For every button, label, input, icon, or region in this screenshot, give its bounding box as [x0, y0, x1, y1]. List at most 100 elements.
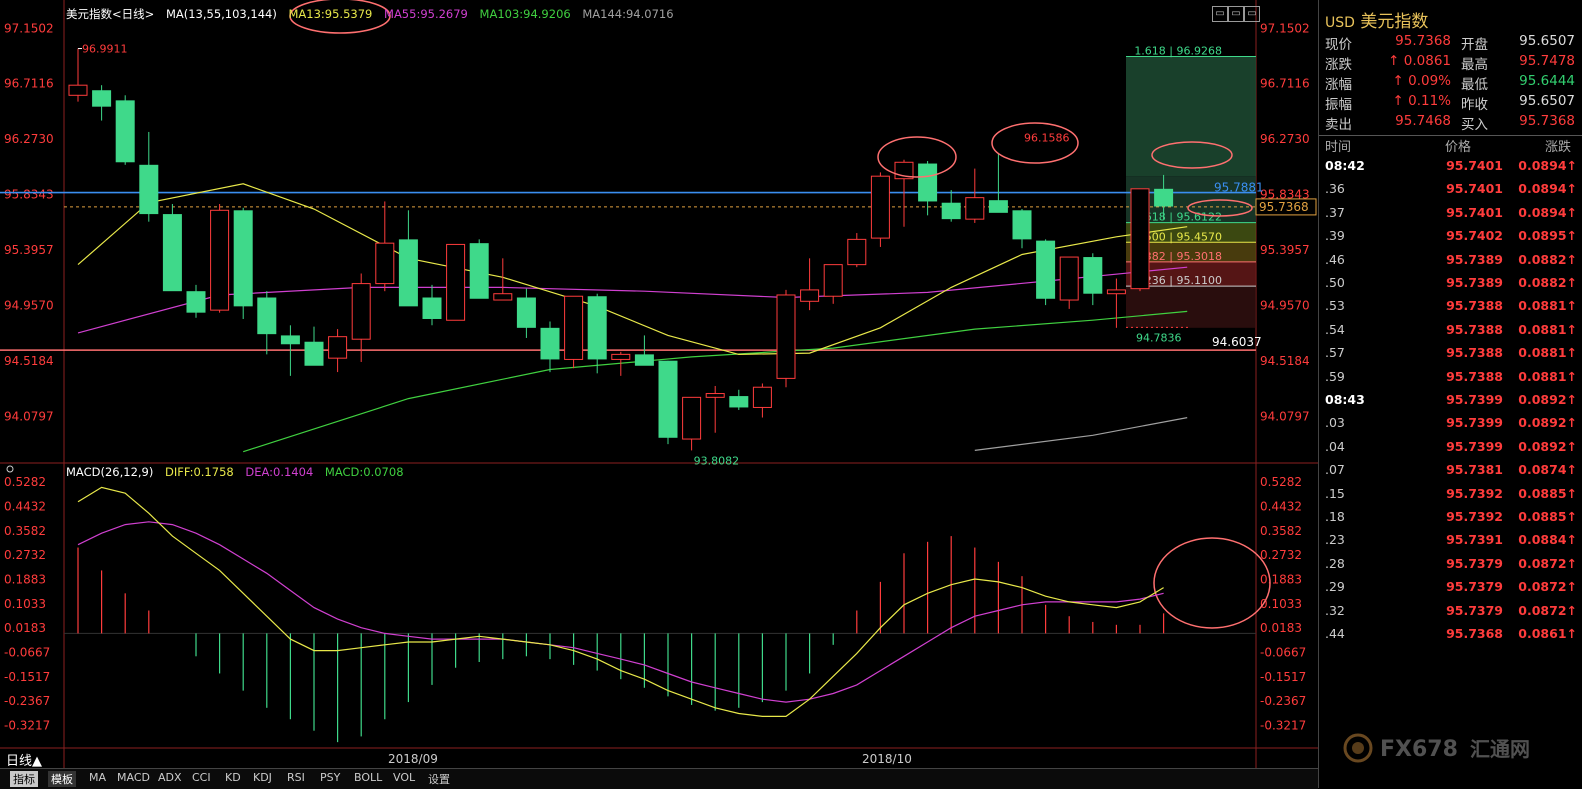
- candle-body: [446, 243, 466, 321]
- macd-tick-left: 0.2732: [4, 548, 46, 562]
- candle-body: [540, 327, 560, 360]
- tab-rsi[interactable]: RSI: [287, 771, 305, 784]
- macd-tick-left: 0.1883: [4, 573, 46, 587]
- quote-value: 95.7468: [1395, 113, 1451, 129]
- restore-icon[interactable]: ▭: [1212, 6, 1228, 22]
- y-tick-right: 95.3957: [1260, 243, 1310, 257]
- candle-body: [634, 354, 654, 366]
- candle-body: [1036, 240, 1056, 299]
- quote-row: 涨幅 ↑ 0.09% 最低 95.6444: [1325, 73, 1575, 93]
- candle-body: [682, 396, 702, 440]
- tab-ma[interactable]: MA: [89, 771, 106, 784]
- macd-tick-left: 0.1033: [4, 597, 46, 611]
- tab-kd[interactable]: KD: [225, 771, 241, 784]
- quote-value: 95.7478: [1519, 53, 1575, 69]
- tick-time: .59: [1325, 368, 1345, 384]
- tick-change: 0.0892↑: [1518, 392, 1577, 407]
- candle-body: [752, 386, 772, 408]
- macd-tick-right: 0.0183: [1260, 621, 1302, 635]
- tick-row: .29 95.7379 0.0872↑: [1319, 579, 1582, 602]
- candle-body: [965, 197, 985, 220]
- macd-tick-right: 0.3582: [1260, 524, 1302, 538]
- candle-body: [328, 336, 348, 359]
- candle-body: [1130, 188, 1150, 290]
- tick-time: .23: [1325, 532, 1345, 548]
- tick-change: 0.0874↑: [1518, 462, 1577, 478]
- tab-macd[interactable]: MACD: [117, 771, 150, 784]
- macd-tick-right: 0.1883: [1260, 573, 1302, 587]
- minimize-icon[interactable]: ▭: [1228, 6, 1244, 22]
- tick-header-chg: 涨跌: [1545, 140, 1572, 155]
- tick-row: 08:42 95.7401 0.0894↑: [1319, 158, 1582, 181]
- candle-body: [375, 242, 395, 285]
- candle-body: [186, 291, 206, 313]
- tick-price: 95.7392: [1446, 485, 1503, 501]
- quote-value: ↑ 0.09%: [1392, 73, 1452, 89]
- tick-row: .23 95.7391 0.0884↑: [1319, 532, 1582, 555]
- tab-kdj[interactable]: KDJ: [253, 771, 272, 784]
- tick-row: .59 95.7388 0.0881↑: [1319, 369, 1582, 392]
- tick-price: 95.7388: [1446, 321, 1503, 337]
- tab-adx[interactable]: ADX: [158, 771, 182, 784]
- quote-label: 买入: [1461, 117, 1488, 133]
- quote-label: 最高: [1461, 57, 1488, 73]
- tick-price: 95.7389: [1446, 275, 1503, 290]
- candle-body: [210, 209, 230, 311]
- peak-label: 96.1586: [1024, 131, 1070, 144]
- candle-body: [233, 210, 253, 307]
- candle-body: [351, 283, 371, 340]
- quote-label: 振幅: [1325, 97, 1352, 113]
- tick-price: 95.7392: [1446, 509, 1503, 524]
- tick-time: .29: [1325, 579, 1345, 595]
- y-tick-left: 94.9570: [4, 298, 54, 312]
- macd-tick-right: 0.2732: [1260, 548, 1302, 562]
- tick-time: 08:43: [1325, 392, 1365, 407]
- tick-change: 0.0894↑: [1518, 158, 1577, 173]
- tick-time: .32: [1325, 602, 1345, 618]
- tab-boll[interactable]: BOLL: [354, 771, 382, 784]
- x-label-sep: 2018/09: [388, 752, 438, 766]
- macd-tick-left: 0.0183: [4, 621, 46, 635]
- candle-body: [304, 341, 324, 366]
- fib-level-label: 1.618 | 96.9268: [1134, 45, 1222, 58]
- diff-value: DIFF:0.1758: [165, 465, 234, 479]
- candle-body: [918, 163, 938, 202]
- tab-vol[interactable]: VOL: [393, 771, 415, 784]
- candle-body: [398, 239, 418, 307]
- tick-change: 0.0894↑: [1518, 181, 1577, 197]
- tick-change: 0.0881↑: [1518, 298, 1577, 314]
- macd-highlight-ellipse: [1153, 537, 1271, 629]
- candle-body: [469, 243, 489, 299]
- tab-template[interactable]: 模板: [48, 771, 76, 787]
- tick-header-price: 价格: [1445, 140, 1472, 155]
- quote-label: 涨跌: [1325, 57, 1352, 73]
- quote-label: 卖出: [1325, 117, 1352, 133]
- tab-settings[interactable]: 设置: [428, 771, 450, 787]
- tick-price: 95.7399: [1446, 415, 1503, 431]
- tick-time: .50: [1325, 275, 1345, 290]
- tick-change: 0.0881↑: [1518, 368, 1577, 384]
- dea-value: DEA:0.1404: [245, 465, 314, 479]
- tick-change: 0.0894↑: [1518, 204, 1577, 220]
- macd-tick-left: 0.5282: [4, 475, 46, 489]
- quote-value: ↑ 0.11%: [1392, 93, 1452, 109]
- period-selector[interactable]: 日线▲: [6, 750, 42, 769]
- chart-title: 美元指数<日线>: [66, 7, 155, 21]
- tick-header-time: 时间: [1325, 140, 1352, 155]
- candle-body: [1012, 210, 1032, 240]
- tab-psy[interactable]: PSY: [320, 771, 340, 784]
- tick-row: .07 95.7381 0.0874↑: [1319, 462, 1582, 485]
- candle-body: [68, 84, 88, 96]
- y-tick-left: 96.7116: [4, 77, 54, 91]
- low-label: 93.8082: [694, 454, 740, 467]
- tab-indicator[interactable]: 指标: [10, 771, 38, 787]
- tick-price: 95.7381: [1446, 462, 1503, 478]
- candle-body: [1154, 188, 1174, 207]
- tab-cci[interactable]: CCI: [192, 771, 211, 784]
- quote-label: 最低: [1461, 77, 1488, 93]
- tick-time: .36: [1325, 181, 1345, 197]
- tick-time: .03: [1325, 415, 1345, 431]
- close-icon[interactable]: ▭: [1244, 6, 1260, 22]
- quote-label: 涨幅: [1325, 77, 1352, 93]
- tick-change: 0.0882↑: [1518, 251, 1577, 267]
